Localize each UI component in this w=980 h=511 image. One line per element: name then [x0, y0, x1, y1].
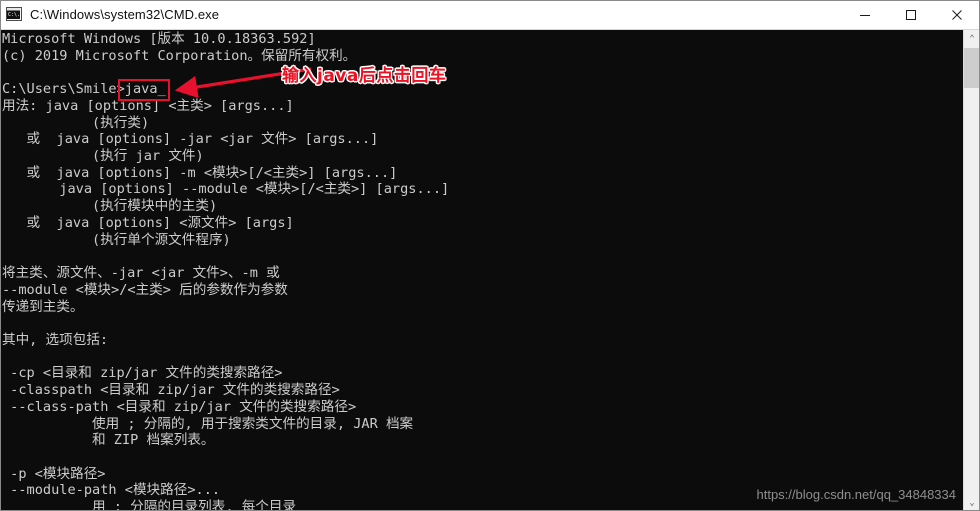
terminal-line: --module <模块>/<主类> 后的参数作为参数 [2, 281, 288, 298]
terminal-line: 或 java [options] -m <模块>[/<主类>] [args...… [2, 164, 398, 181]
terminal-line: Microsoft Windows [版本 10.0.18363.592] [2, 31, 316, 47]
minimize-button[interactable] [842, 0, 888, 29]
cmd-window: C:\. C:\Windows\system32\CMD.exe Microso… [0, 0, 980, 511]
terminal-line: -p <模块路径> [2, 465, 106, 482]
terminal-line: --module-path <模块路径>... [2, 482, 221, 499]
maximize-icon [906, 9, 916, 20]
terminal-line: 用 ; 分隔的目录列表, 每个目录 [2, 499, 297, 511]
close-icon [952, 9, 962, 20]
scrollbar-thumb[interactable] [964, 48, 980, 88]
title-bar[interactable]: C:\. C:\Windows\system32\CMD.exe [0, 0, 980, 30]
cmd-console-icon: C:\. [6, 6, 22, 23]
close-button[interactable] [934, 0, 980, 29]
terminal-line: 或 java [options] -jar <jar 文件> [args...] [2, 131, 379, 148]
terminal-line: (执行类) [2, 114, 150, 131]
terminal-line: (执行模块中的主类) [2, 198, 218, 215]
terminal-line: java [options] --module <模块>[/<主类>] [arg… [2, 181, 450, 198]
minimize-icon [860, 14, 870, 16]
terminal-line: 其中, 选项包括: [2, 331, 109, 348]
cmd-icon-glyph: C:\. [7, 10, 20, 19]
terminal-line: 或 java [options] <源文件> [args] [2, 214, 294, 231]
console-output-area[interactable]: Microsoft Windows [版本 10.0.18363.592] (c)… [0, 30, 980, 511]
vertical-scrollbar[interactable]: ⌃ ⌄ [963, 30, 980, 511]
terminal-line: 和 ZIP 档案列表。 [2, 432, 215, 449]
terminal-line: -classpath <目录和 zip/jar 文件的类搜索路径> [2, 382, 340, 399]
terminal-line: --class-path <目录和 zip/jar 文件的类搜索路径> [2, 398, 357, 415]
terminal-line: (执行单个源文件程序) [2, 231, 231, 248]
window-title: C:\Windows\system32\CMD.exe [30, 7, 220, 22]
scroll-down-button[interactable]: ⌄ [964, 494, 980, 511]
terminal-line: 将主类、源文件、-jar <jar 文件>、-m 或 [2, 265, 280, 282]
terminal-line: 用法: java [options] <主类> [args...] [2, 97, 294, 114]
maximize-button[interactable] [888, 0, 934, 29]
scroll-up-button[interactable]: ⌃ [964, 30, 980, 47]
watermark: https://blog.csdn.net/qq_34848334 [756, 487, 957, 502]
terminal-text: Microsoft Windows [版本 10.0.18363.592] (c)… [2, 31, 449, 511]
annotation-caption: 输入java后点击回车 [282, 66, 447, 86]
terminal-line: 使用 ; 分隔的, 用于搜索类文件的目录, JAR 档案 [2, 415, 414, 432]
terminal-line: (执行 jar 文件) [2, 148, 204, 165]
terminal-line: -cp <目录和 zip/jar 文件的类搜索路径> [2, 365, 283, 382]
terminal-line: 传递到主类。 [2, 298, 84, 315]
